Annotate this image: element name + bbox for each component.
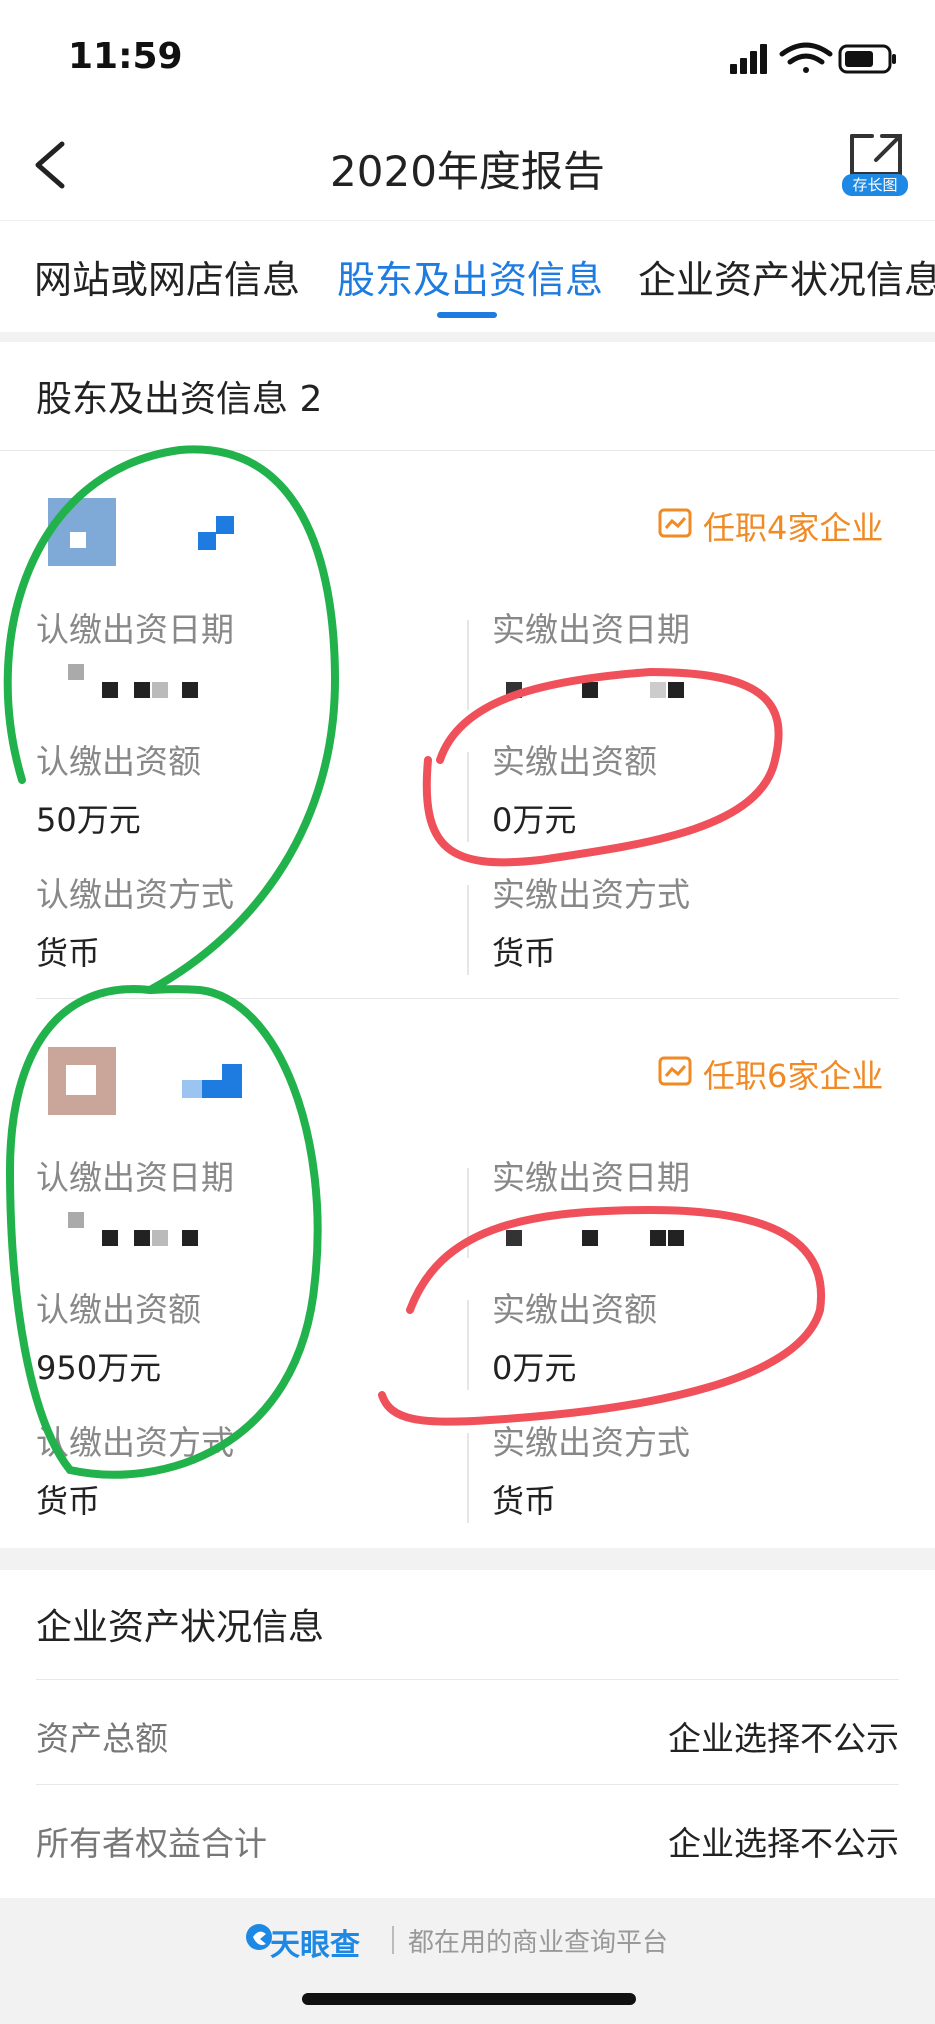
- long-image-badge[interactable]: 存长图: [842, 174, 908, 196]
- share-icon: [850, 134, 902, 176]
- subscribed-date-blurred: [68, 1208, 202, 1248]
- paid-amount-value: 0万元: [492, 1349, 577, 1387]
- section-divider: [0, 332, 935, 342]
- subscribed-method-value: 货币: [36, 934, 101, 972]
- asset-row-value: 企业选择不公示: [668, 1824, 899, 1863]
- subscribed-date-blurred: [68, 660, 202, 700]
- shareholder-avatar: [48, 1047, 116, 1115]
- subscribed-amount-value: 950万元: [36, 1349, 162, 1387]
- footer-divider: [392, 1926, 394, 1954]
- page-title: 2020年度报告: [330, 147, 605, 196]
- shareholder-name-blurred[interactable]: [198, 516, 236, 552]
- asset-row-label: 所有者权益合计: [36, 1824, 267, 1863]
- subscribed-amount-label: 认缴出资额: [36, 1290, 201, 1329]
- subscribed-method-value: 货币: [36, 1482, 101, 1520]
- paid-date-label: 实缴出资日期: [492, 610, 690, 649]
- battery-icon: [838, 44, 896, 74]
- paid-method-label: 实缴出资方式: [492, 875, 690, 914]
- paid-method-value: 货币: [492, 934, 557, 972]
- tab-assets[interactable]: 企业资产状况信息: [638, 249, 935, 304]
- paid-date-blurred: [500, 1208, 700, 1248]
- paid-amount-value: 0万元: [492, 801, 577, 839]
- subscribed-method-label: 认缴出资方式: [36, 1423, 234, 1462]
- column-divider: [467, 1300, 469, 1390]
- tenure-link[interactable]: 任职4家企业: [703, 503, 883, 549]
- divider: [36, 1679, 899, 1680]
- divider: [36, 998, 899, 999]
- signal-icon: [730, 44, 767, 74]
- footer-brand: 天眼查: [270, 1928, 360, 1963]
- subscribed-date-label: 认缴出资日期: [36, 610, 234, 649]
- tab-website[interactable]: 网站或网店信息: [34, 249, 300, 304]
- subscribed-amount-value: 50万元: [36, 801, 141, 839]
- subscribed-date-label: 认缴出资日期: [36, 1158, 234, 1197]
- status-icons: [730, 42, 896, 74]
- column-divider: [467, 1433, 469, 1523]
- subscribed-amount-label: 认缴出资额: [36, 742, 201, 781]
- paid-method-label: 实缴出资方式: [492, 1423, 690, 1462]
- status-time: 11:59: [68, 36, 183, 77]
- paid-date-label: 实缴出资日期: [492, 1158, 690, 1197]
- chart-icon: [658, 1056, 692, 1086]
- wifi-icon: [779, 42, 833, 73]
- active-tab-indicator: [437, 312, 497, 318]
- asset-row-label: 资产总额: [36, 1719, 168, 1758]
- shareholder-avatar: [48, 498, 116, 566]
- column-divider: [467, 620, 469, 710]
- column-divider: [467, 885, 469, 975]
- home-indicator: [302, 1993, 636, 2005]
- section-title-shareholders: 股东及出资信息 2: [36, 379, 323, 420]
- section-title-assets: 企业资产状况信息: [36, 1607, 325, 1648]
- paid-amount-label: 实缴出资额: [492, 742, 657, 781]
- paid-date-blurred: [500, 660, 700, 700]
- paid-method-value: 货币: [492, 1482, 557, 1520]
- section-divider: [0, 1548, 935, 1570]
- footer-slogan: 都在用的商业查询平台: [408, 1928, 669, 1958]
- column-divider: [467, 752, 469, 842]
- subscribed-method-label: 认缴出资方式: [36, 875, 234, 914]
- paid-amount-label: 实缴出资额: [492, 1290, 657, 1329]
- column-divider: [467, 1168, 469, 1258]
- divider: [0, 450, 935, 451]
- chart-icon: [658, 508, 692, 538]
- tenure-link[interactable]: 任职6家企业: [703, 1051, 883, 1097]
- divider: [36, 1784, 899, 1785]
- asset-row-value: 企业选择不公示: [668, 1719, 899, 1758]
- footer: [0, 1898, 935, 2024]
- shareholder-name-blurred[interactable]: [182, 1064, 252, 1100]
- tab-shareholders[interactable]: 股东及出资信息: [337, 249, 603, 304]
